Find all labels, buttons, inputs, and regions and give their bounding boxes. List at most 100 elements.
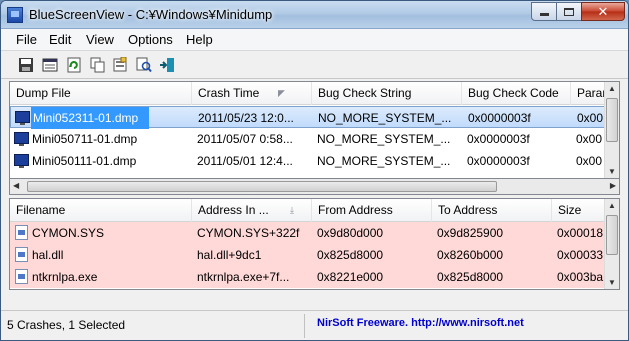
exit-button[interactable] xyxy=(158,56,176,74)
scroll-left-icon: ◀ xyxy=(13,181,20,190)
window-title: BlueScreenView - C:¥Windows¥Minidump xyxy=(29,7,273,22)
dump-file-list[interactable]: Dump File Crash Time ◤ Bug Check String … xyxy=(9,81,620,179)
menu-bar: File Edit View Options Help xyxy=(1,29,628,51)
nirsoft-link[interactable]: NirSoft Freeware. http://www.nirsoft.net xyxy=(317,317,524,329)
driver-size: 0x00033 xyxy=(557,248,604,262)
bug-check-code: 0x0000003f xyxy=(468,111,531,125)
scroll-right-icon: ▶ xyxy=(609,181,616,190)
exit-icon xyxy=(160,58,174,72)
driver-list-vscroll-thumb[interactable] xyxy=(606,215,618,255)
dump-list-vscroll-thumb[interactable] xyxy=(606,98,618,142)
dump-list-header: Dump File Crash Time ◤ Bug Check String … xyxy=(10,82,619,105)
minimize-icon xyxy=(539,13,549,16)
find-button[interactable] xyxy=(135,56,153,74)
bug-check-code: 0x0000003f xyxy=(467,154,530,168)
close-button[interactable]: ✕ xyxy=(581,2,625,21)
scroll-down-icon: ▼ xyxy=(608,167,616,176)
dump-file-name: Mini050111-01.dmp xyxy=(32,154,137,168)
driver-row[interactable]: ntkrnlpa.exe ntkrnlpa.exe+7f... 0x8221e0… xyxy=(10,266,606,288)
scroll-up-icon: ▲ xyxy=(608,84,616,93)
status-bar: 5 Crashes, 1 Selected NirSoft Freeware. … xyxy=(1,310,628,340)
save-button[interactable] xyxy=(17,56,35,74)
driver-row[interactable]: hal.dll hal.dll+9dc1 0x825d8000 0x8260b0… xyxy=(10,244,606,266)
menu-view[interactable]: View xyxy=(86,32,114,47)
parameter: 0x00 xyxy=(576,132,603,146)
parameter: 0x00 xyxy=(576,154,603,168)
sort-arrow-icon: ◤ xyxy=(278,88,285,98)
properties-button[interactable] xyxy=(111,56,129,74)
dump-list-hscroll[interactable]: ◀ ▶ xyxy=(9,179,620,195)
dump-row[interactable]: Mini050711-01.dmp 2011/05/07 0:58... NO_… xyxy=(10,128,606,150)
driver-size: 0x003ba xyxy=(557,270,604,284)
refresh-icon xyxy=(67,57,81,73)
driver-filename: CYMON.SYS xyxy=(32,226,105,240)
menu-edit[interactable]: Edit xyxy=(49,32,71,47)
column-address-in-stack[interactable]: Address In ... xyxy=(192,199,312,222)
driver-size: 0x00018 xyxy=(557,226,604,240)
dump-file-name: Mini050711-01.dmp xyxy=(32,132,138,146)
scroll-down-icon: ▼ xyxy=(608,278,616,287)
menu-help[interactable]: Help xyxy=(186,32,213,47)
column-bug-check-code[interactable]: Bug Check Code xyxy=(462,82,571,105)
find-icon xyxy=(136,57,152,73)
driver-list[interactable]: Filename Address In ... ⤓ From Address T… xyxy=(9,198,620,290)
driver-list-vscroll[interactable]: ▲ ▼ xyxy=(604,199,619,289)
copy-icon xyxy=(90,57,105,73)
status-separator xyxy=(304,314,305,338)
properties-icon xyxy=(113,57,127,72)
column-to-address[interactable]: To Address xyxy=(432,199,552,222)
column-bug-check-string[interactable]: Bug Check String xyxy=(312,82,462,105)
to-address: 0x9d825900 xyxy=(437,226,504,240)
refresh-button[interactable] xyxy=(65,56,83,74)
address-in-stack: CYMON.SYS+322f xyxy=(197,226,300,240)
column-crash-time[interactable]: Crash Time xyxy=(192,82,312,105)
address-in-stack: hal.dll+9dc1 xyxy=(197,248,262,262)
column-size[interactable]: Size xyxy=(552,199,611,222)
bug-check-string: NO_MORE_SYSTEM_... xyxy=(317,132,451,146)
address-in-stack: ntkrnlpa.exe+7f... xyxy=(197,270,290,284)
dump-row[interactable]: Mini052311-01.dmp 2011/05/23 12:0... NO_… xyxy=(10,106,606,129)
app-window: BlueScreenView - C:¥Windows¥Minidump ✕ F… xyxy=(0,0,629,341)
driver-row[interactable]: CYMON.SYS CYMON.SYS+322f 0x9d80d000 0x9d… xyxy=(10,222,606,244)
dump-list-vscroll[interactable]: ▲ ▼ xyxy=(604,82,619,178)
dump-row[interactable]: Mini050111-01.dmp 2011/05/01 12:4... NO_… xyxy=(10,150,606,172)
driver-file-icon xyxy=(15,269,28,284)
dump-file-name: Mini052311-01.dmp xyxy=(31,107,149,129)
sort-arrow-icon: ⤓ xyxy=(290,205,294,215)
driver-filename: ntkrnlpa.exe xyxy=(32,270,98,284)
minimize-button[interactable] xyxy=(531,2,557,21)
from-address: 0x825d8000 xyxy=(317,248,384,262)
from-address: 0x9d80d000 xyxy=(317,226,384,240)
parameter: 0x00 xyxy=(577,111,604,125)
bug-check-code: 0x0000003f xyxy=(467,132,530,146)
monitor-icon xyxy=(14,154,29,168)
html-report-icon xyxy=(42,58,58,72)
save-icon xyxy=(19,58,33,72)
html-report-button[interactable] xyxy=(41,56,59,74)
column-filename[interactable]: Filename xyxy=(10,199,192,222)
bug-check-string: NO_MORE_SYSTEM_... xyxy=(318,111,452,125)
scroll-up-icon: ▲ xyxy=(608,201,616,210)
driver-file-icon xyxy=(15,247,28,262)
column-dump-file[interactable]: Dump File xyxy=(10,82,192,105)
crash-time: 2011/05/07 0:58... xyxy=(197,132,293,146)
menu-file[interactable]: File xyxy=(16,32,37,47)
title-bar[interactable]: BlueScreenView - C:¥Windows¥Minidump ✕ xyxy=(1,1,628,29)
monitor-icon xyxy=(14,132,29,146)
monitor-icon xyxy=(15,111,30,125)
bug-check-string: NO_MORE_SYSTEM_... xyxy=(317,154,451,168)
driver-file-icon xyxy=(15,225,28,240)
maximize-button[interactable] xyxy=(556,2,582,21)
driver-list-header: Filename Address In ... ⤓ From Address T… xyxy=(10,199,619,222)
status-crash-count: 5 Crashes, 1 Selected xyxy=(7,318,126,332)
copy-button[interactable] xyxy=(89,56,107,74)
from-address: 0x8221e000 xyxy=(317,270,384,284)
dump-list-hscroll-thumb[interactable] xyxy=(27,181,497,192)
to-address: 0x8260b000 xyxy=(437,248,504,262)
driver-filename: hal.dll xyxy=(32,248,64,262)
close-icon: ✕ xyxy=(597,3,609,19)
crash-time: 2011/05/01 12:4... xyxy=(197,154,293,168)
app-icon xyxy=(7,7,23,23)
column-from-address[interactable]: From Address xyxy=(312,199,432,222)
menu-options[interactable]: Options xyxy=(128,32,173,47)
